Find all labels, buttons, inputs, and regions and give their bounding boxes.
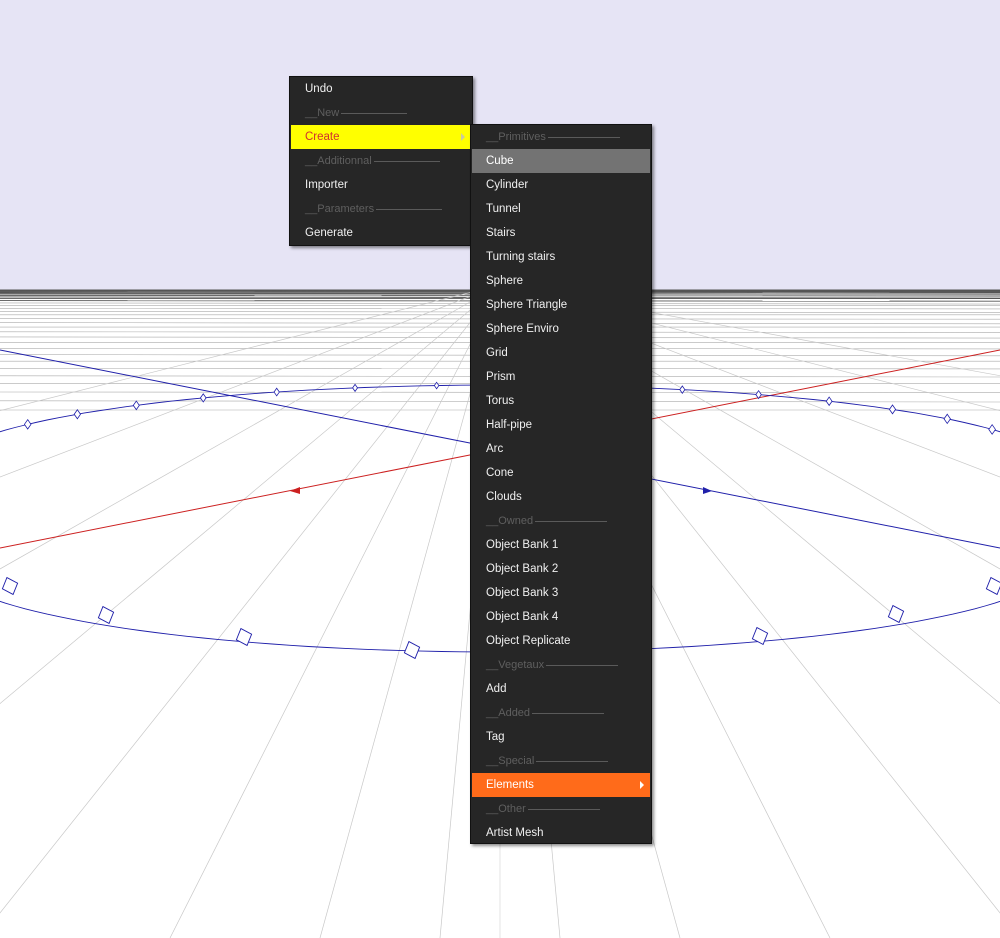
context-menu: Undo __New Create __Additionnal Importer __Pa… <box>289 76 473 246</box>
menu-item-label: Artist Mesh <box>486 827 544 839</box>
menu-item-label: Object Bank 4 <box>486 611 559 623</box>
menu-item-label: Turning stairs <box>486 251 556 263</box>
menu-item-label: Cone <box>486 467 514 479</box>
submenu-item-tunnel[interactable]: Tunnel <box>472 197 650 221</box>
submenu-item-turning-stairs[interactable]: Turning stairs <box>472 245 650 269</box>
separator-rule <box>532 713 605 714</box>
separator-rule <box>341 113 408 114</box>
separator-label: __Additionnal <box>305 155 372 167</box>
separator-label: __Primitives <box>486 131 546 143</box>
menu-item-label: Half-pipe <box>486 419 533 431</box>
menu-item-label: Elements <box>486 779 534 791</box>
submenu-item-stairs[interactable]: Stairs <box>472 221 650 245</box>
separator-label: __Vegetaux <box>486 659 545 671</box>
menu-item-label: Tunnel <box>486 203 521 215</box>
submenu-arrow-icon <box>461 133 465 141</box>
menu-item-label: Create <box>305 131 340 143</box>
menu-item-label: Prism <box>486 371 516 383</box>
separator-label: __Added <box>486 707 531 719</box>
menu-item-label: Sphere Enviro <box>486 323 559 335</box>
submenu-item-arc[interactable]: Arc <box>472 437 650 461</box>
menu-item-label: Object Bank 2 <box>486 563 559 575</box>
menu-item-label: Stairs <box>486 227 516 239</box>
menu-item-label: Generate <box>305 227 353 239</box>
menu-item-label: Object Replicate <box>486 635 571 647</box>
menu-item-label: Object Bank 1 <box>486 539 559 551</box>
submenu-item-artist-mesh[interactable]: Artist Mesh <box>472 821 650 845</box>
separator-rule <box>527 809 600 810</box>
menu-item-label: Grid <box>486 347 508 359</box>
menu-item-label: Object Bank 3 <box>486 587 559 599</box>
submenu-item-half-pipe[interactable]: Half-pipe <box>472 413 650 437</box>
menu-item-label: Clouds <box>486 491 522 503</box>
submenu-separator-primitives: __Primitives <box>472 125 650 149</box>
menu-item-label: Arc <box>486 443 504 455</box>
menu-item-label: Undo <box>305 83 333 95</box>
create-submenu: __Primitives Cube Cylinder Tunnel Stairs Turn… <box>470 124 652 844</box>
submenu-item-cube[interactable]: Cube <box>472 149 650 173</box>
menu-separator-new: __New <box>291 101 471 125</box>
submenu-item-prism[interactable]: Prism <box>472 365 650 389</box>
submenu-item-object-bank-3[interactable]: Object Bank 3 <box>472 581 650 605</box>
menu-separator-additionnal: __Additionnal <box>291 149 471 173</box>
submenu-separator-owned: __Owned <box>472 509 650 533</box>
separator-rule <box>373 161 440 162</box>
separator-label: __Parameters <box>305 203 375 215</box>
menu-item-label: Sphere <box>486 275 524 287</box>
menu-item-label: Importer <box>305 179 348 191</box>
separator-label: __Other <box>486 803 526 815</box>
menu-item-label: Cube <box>486 155 514 167</box>
submenu-item-object-replicate[interactable]: Object Replicate <box>472 629 650 653</box>
submenu-item-sphere-enviro[interactable]: Sphere Enviro <box>472 317 650 341</box>
separator-label: __New <box>305 107 340 119</box>
submenu-item-sphere[interactable]: Sphere <box>472 269 650 293</box>
menu-item-label: Cylinder <box>486 179 529 191</box>
menu-item-importer[interactable]: Importer <box>291 173 471 197</box>
submenu-item-add[interactable]: Add <box>472 677 650 701</box>
menu-item-label: Add <box>486 683 507 695</box>
separator-rule <box>536 761 609 762</box>
submenu-item-torus[interactable]: Torus <box>472 389 650 413</box>
menu-separator-parameters: __Parameters <box>291 197 471 221</box>
separator-rule <box>535 521 608 522</box>
submenu-item-cone[interactable]: Cone <box>472 461 650 485</box>
menu-item-label: Sphere Triangle <box>486 299 568 311</box>
submenu-arrow-icon <box>640 781 644 789</box>
submenu-item-clouds[interactable]: Clouds <box>472 485 650 509</box>
submenu-item-sphere-triangle[interactable]: Sphere Triangle <box>472 293 650 317</box>
submenu-item-grid[interactable]: Grid <box>472 341 650 365</box>
submenu-item-object-bank-4[interactable]: Object Bank 4 <box>472 605 650 629</box>
separator-label: __Owned <box>486 515 534 527</box>
submenu-item-object-bank-1[interactable]: Object Bank 1 <box>472 533 650 557</box>
separator-rule <box>547 137 620 138</box>
submenu-item-object-bank-2[interactable]: Object Bank 2 <box>472 557 650 581</box>
menu-item-generate[interactable]: Generate <box>291 221 471 245</box>
menu-item-label: Tag <box>486 731 505 743</box>
submenu-item-cylinder[interactable]: Cylinder <box>472 173 650 197</box>
submenu-separator-vegetaux: __Vegetaux <box>472 653 650 677</box>
submenu-item-elements[interactable]: Elements <box>472 773 650 797</box>
separator-rule <box>376 209 443 210</box>
submenu-separator-added: __Added <box>472 701 650 725</box>
separator-label: __Special <box>486 755 535 767</box>
submenu-item-tag[interactable]: Tag <box>472 725 650 749</box>
menu-item-label: Torus <box>486 395 515 407</box>
menu-item-undo[interactable]: Undo <box>291 77 471 101</box>
menu-item-create[interactable]: Create <box>291 125 471 149</box>
submenu-separator-special: __Special <box>472 749 650 773</box>
submenu-separator-other: __Other <box>472 797 650 821</box>
separator-rule <box>546 665 619 666</box>
